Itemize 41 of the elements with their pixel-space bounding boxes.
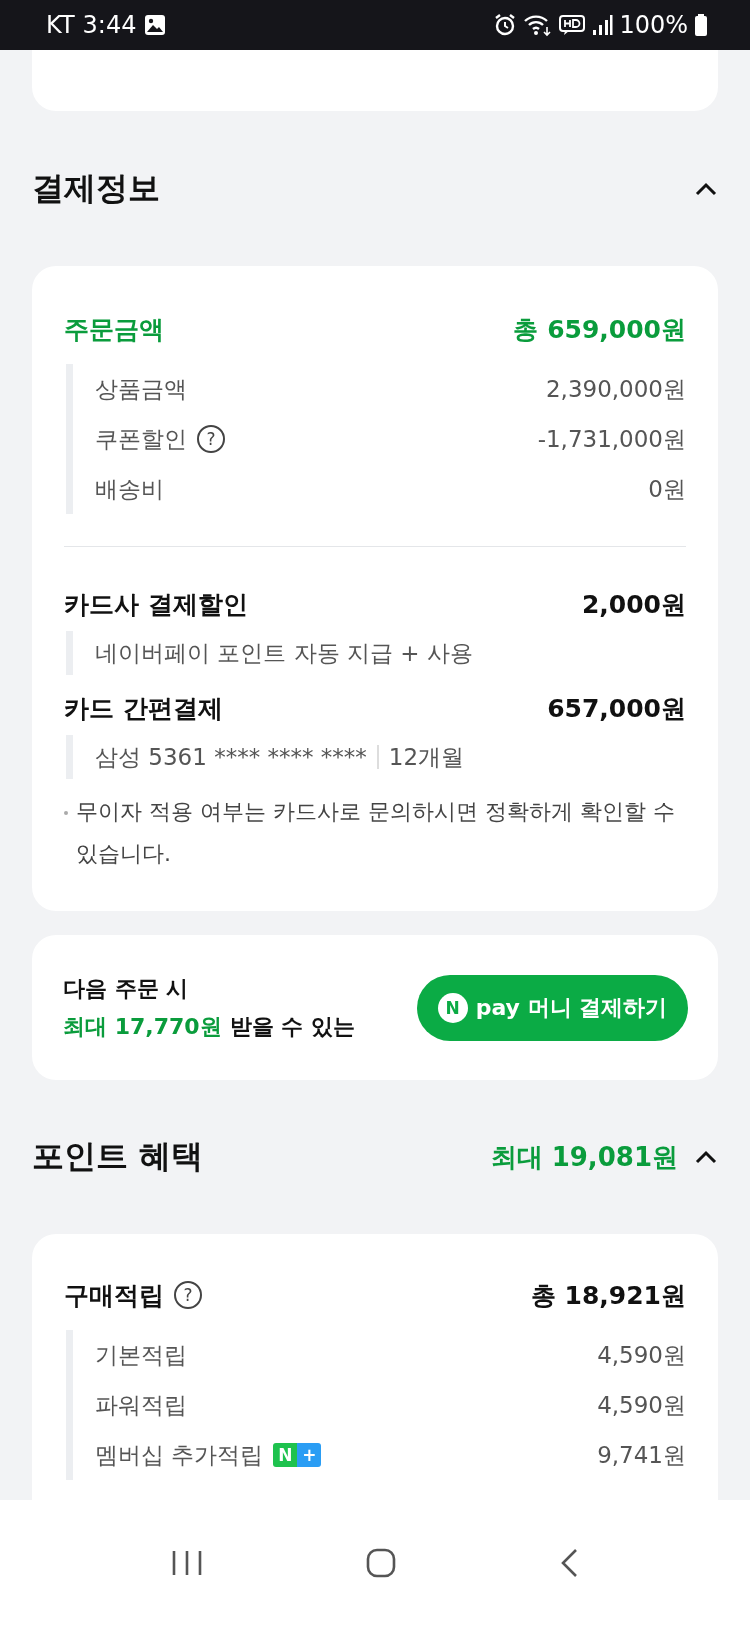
- item-value: 4,590원: [597, 1340, 686, 1370]
- help-icon[interactable]: ?: [197, 425, 225, 453]
- item-label: 멤버십 추가적립: [95, 1440, 264, 1470]
- section-title: 결제정보: [32, 167, 160, 209]
- order-total: 총 659,000원: [513, 313, 686, 346]
- card-payment-value: 657,000원: [547, 692, 686, 725]
- card-discount-label: 카드사 결제할인: [64, 588, 248, 621]
- item-value: 0원: [648, 474, 686, 504]
- carrier: KT: [46, 11, 75, 39]
- item-value: -1,731,000원: [537, 424, 686, 454]
- signal-icon: [591, 14, 614, 36]
- help-icon[interactable]: ?: [174, 1281, 202, 1309]
- promo-text: 다음 주문 시: [63, 974, 190, 1003]
- item-value: 2,390,000원: [545, 374, 686, 404]
- order-amount-label: 주문금액: [64, 313, 164, 346]
- battery-icon: [694, 13, 708, 37]
- battery-level: 100%: [619, 11, 688, 39]
- card-discount-value: 2,000원: [581, 588, 686, 621]
- discount-note: 네이버페이 포인트 자동 지급 + 사용: [95, 638, 473, 668]
- home-icon[interactable]: [365, 1546, 397, 1579]
- item-value: 4,590원: [597, 1390, 686, 1420]
- item-label: 기본적립: [95, 1340, 187, 1370]
- item-label: 쿠폰할인: [95, 424, 187, 454]
- promo-text: 받을 수 있는: [229, 1012, 355, 1041]
- points-summary: 최대 19,081원: [490, 1140, 678, 1174]
- installment: 12개월: [388, 742, 465, 772]
- item-value: 9,741원: [597, 1440, 686, 1470]
- hd-voice-icon: [559, 13, 586, 37]
- section-title: 포인트 혜택: [32, 1136, 204, 1177]
- wifi-icon: [523, 13, 554, 37]
- card-payment-label: 카드 간편결제: [64, 692, 223, 725]
- card-number: 삼성 5361 **** **** ****: [95, 742, 367, 772]
- clock: 3:44: [82, 11, 137, 39]
- image-icon: [144, 14, 167, 36]
- promo-amount: 최대 17,770원: [63, 1012, 222, 1041]
- purchase-points-total: 총 18,921원: [530, 1279, 686, 1312]
- item-label: 파워적립: [95, 1390, 187, 1420]
- purchase-points-label: 구매적립: [64, 1279, 164, 1312]
- item-label: 배송비: [95, 474, 164, 504]
- notice-text: 무이자 적용 여부는 카드사로 문의하시면 정확하게 확인할 수 있습니다.: [76, 798, 676, 868]
- item-label: 상품금액: [95, 374, 187, 404]
